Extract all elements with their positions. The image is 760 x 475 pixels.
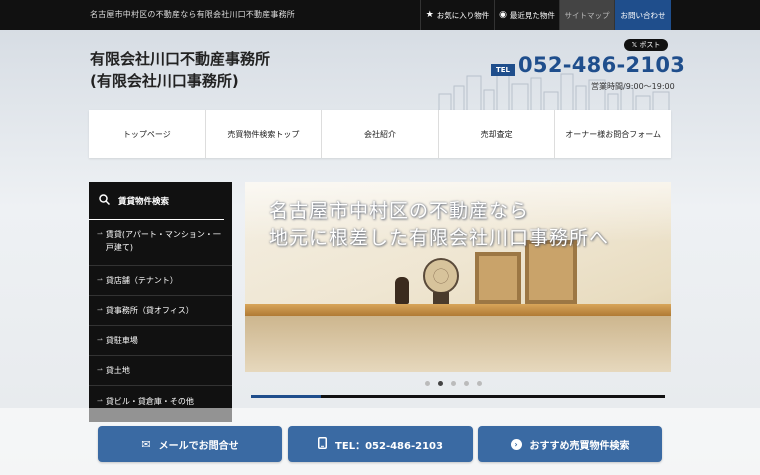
site-tagline: 名古屋市中村区の不動産なら有限会社川口不動産事務所 — [90, 10, 295, 19]
wooden-shelf — [245, 304, 671, 316]
arrow-right-icon: ⇀ — [97, 306, 103, 314]
global-nav: トップページ 売買物件検索トップ 会社紹介 売却査定 オーナー様お問合フォーム — [89, 110, 671, 158]
phone-button[interactable]: TEL：052-486-2103 — [288, 426, 473, 462]
antique-fan-base — [433, 292, 449, 304]
star-icon: ★ — [425, 10, 434, 20]
slider-dot[interactable] — [451, 381, 456, 386]
picture-frame-1 — [475, 252, 521, 304]
favorites-link[interactable]: ★ お気に入り物件 — [420, 0, 494, 30]
gnav-item-top[interactable]: トップページ — [89, 110, 206, 158]
top-bar: 名古屋市中村区の不動産なら有限会社川口不動産事務所 ★ お気に入り物件 ◉ 最近… — [0, 0, 760, 30]
gnav-item-owner-form[interactable]: オーナー様お問合フォーム — [555, 110, 671, 158]
x-post-button[interactable]: 𝕏 ポスト — [624, 39, 668, 51]
contact-label: お問い合わせ — [620, 10, 666, 20]
slider-dot[interactable] — [464, 381, 469, 386]
eye-icon: ◉ — [499, 10, 507, 20]
arrow-circle-icon: › — [510, 438, 522, 450]
contact-link[interactable]: お問い合わせ — [614, 0, 671, 30]
mail-contact-button[interactable]: ✉ メールでお問合せ — [98, 426, 282, 462]
recommended-search-label: おすすめ売買物件検索 — [529, 440, 630, 452]
company-name-line2: (有限会社川口事務所) — [90, 72, 239, 90]
sidebar-item-label: 貸ビル・貸倉庫・その他 — [105, 396, 194, 406]
gnav-item-sales-search[interactable]: 売買物件検索トップ — [206, 110, 323, 158]
recently-viewed-link[interactable]: ◉ 最近見た物件 — [494, 0, 559, 30]
antique-fan — [423, 258, 459, 294]
sidebar-item-store[interactable]: ⇀ 貸店舗（テナント） — [89, 266, 232, 296]
arrow-right-icon: ⇀ — [97, 230, 103, 238]
arrow-right-icon: ⇀ — [97, 276, 103, 284]
header-phone-number[interactable]: 052-486-2103 — [518, 53, 685, 77]
gnav-item-appraisal[interactable]: 売却査定 — [439, 110, 556, 158]
sitemap-link[interactable]: サイトマップ — [559, 0, 614, 30]
slide-caption: 名古屋市中村区の不動産なら 地元に根差した有限会社川口事務所へ — [269, 198, 609, 252]
sidebar-item-land[interactable]: ⇀ 貸土地 — [89, 356, 232, 386]
mail-icon: ✉ — [141, 437, 151, 451]
recently-viewed-label: 最近見た物件 — [509, 10, 555, 20]
company-name[interactable]: 有限会社川口不動産事務所 (有限会社川口事務所) — [90, 48, 270, 92]
arrow-right-icon: ⇀ — [97, 366, 103, 374]
sidebar-item-parking[interactable]: ⇀ 貸駐車場 — [89, 326, 232, 356]
arrow-right-icon: ⇀ — [97, 336, 103, 344]
x-logo-icon: 𝕏 — [631, 41, 640, 49]
sidebar-item-label: 貸店舗（テナント） — [105, 276, 178, 285]
slider-dot[interactable] — [425, 381, 430, 386]
sidebar-item-label: 賃貸(アパート・マンション・一戸建て) — [105, 230, 221, 252]
bird-ornament — [395, 277, 409, 304]
sidebar-item-label: 貸事務所（貸オフィス） — [105, 306, 194, 315]
slide-caption-line2: 地元に根差した有限会社川口事務所へ — [269, 227, 610, 249]
wall-below-shelf — [245, 316, 671, 372]
slider-dot[interactable] — [438, 381, 443, 386]
company-name-line1: 有限会社川口不動産事務所 — [90, 50, 271, 68]
x-post-label: ポスト — [639, 41, 661, 49]
arrow-right-icon: ⇀ — [97, 396, 103, 405]
recommended-search-button[interactable]: › おすすめ売買物件検索 — [478, 426, 662, 462]
phone-icon — [318, 436, 328, 452]
sidebar-item-apartment[interactable]: ⇀ 賃貸(アパート・マンション・一戸建て) — [89, 220, 232, 266]
slide-caption-line1: 名古屋市中村区の不動産なら — [269, 200, 530, 222]
sidebar-title: 賃貸物件検索 — [118, 196, 170, 207]
search-icon — [99, 193, 111, 208]
slider-dots — [425, 381, 482, 386]
hero-slider[interactable]: 名古屋市中村区の不動産なら 地元に根差した有限会社川口事務所へ — [245, 182, 671, 372]
sidebar-header: 賃貸物件検索 — [89, 182, 224, 220]
slider-dot[interactable] — [477, 381, 482, 386]
tel-tag: TEL — [491, 64, 515, 76]
top-nav: ★ お気に入り物件 ◉ 最近見た物件 サイトマップ お問い合わせ — [420, 0, 671, 30]
sidebar-item-label: 貸土地 — [105, 366, 130, 375]
favorites-label: お気に入り物件 — [436, 10, 490, 20]
mail-contact-label: メールでお問合せ — [158, 440, 239, 452]
rental-search-sidebar: 賃貸物件検索 ⇀ 賃貸(アパート・マンション・一戸建て) ⇀ 貸店舗（テナント）… — [89, 182, 232, 422]
sidebar-item-office[interactable]: ⇀ 貸事務所（貸オフィス） — [89, 296, 232, 326]
sitemap-label: サイトマップ — [564, 10, 610, 20]
sidebar-item-label: 貸駐車場 — [105, 336, 138, 345]
slider-progress-fill — [251, 395, 322, 398]
slider-progress-bar — [251, 395, 665, 398]
business-hours: 営業時間/9:00～19:00 — [591, 82, 675, 91]
phone-label: TEL：052-486-2103 — [335, 440, 443, 452]
gnav-item-company[interactable]: 会社紹介 — [322, 110, 439, 158]
